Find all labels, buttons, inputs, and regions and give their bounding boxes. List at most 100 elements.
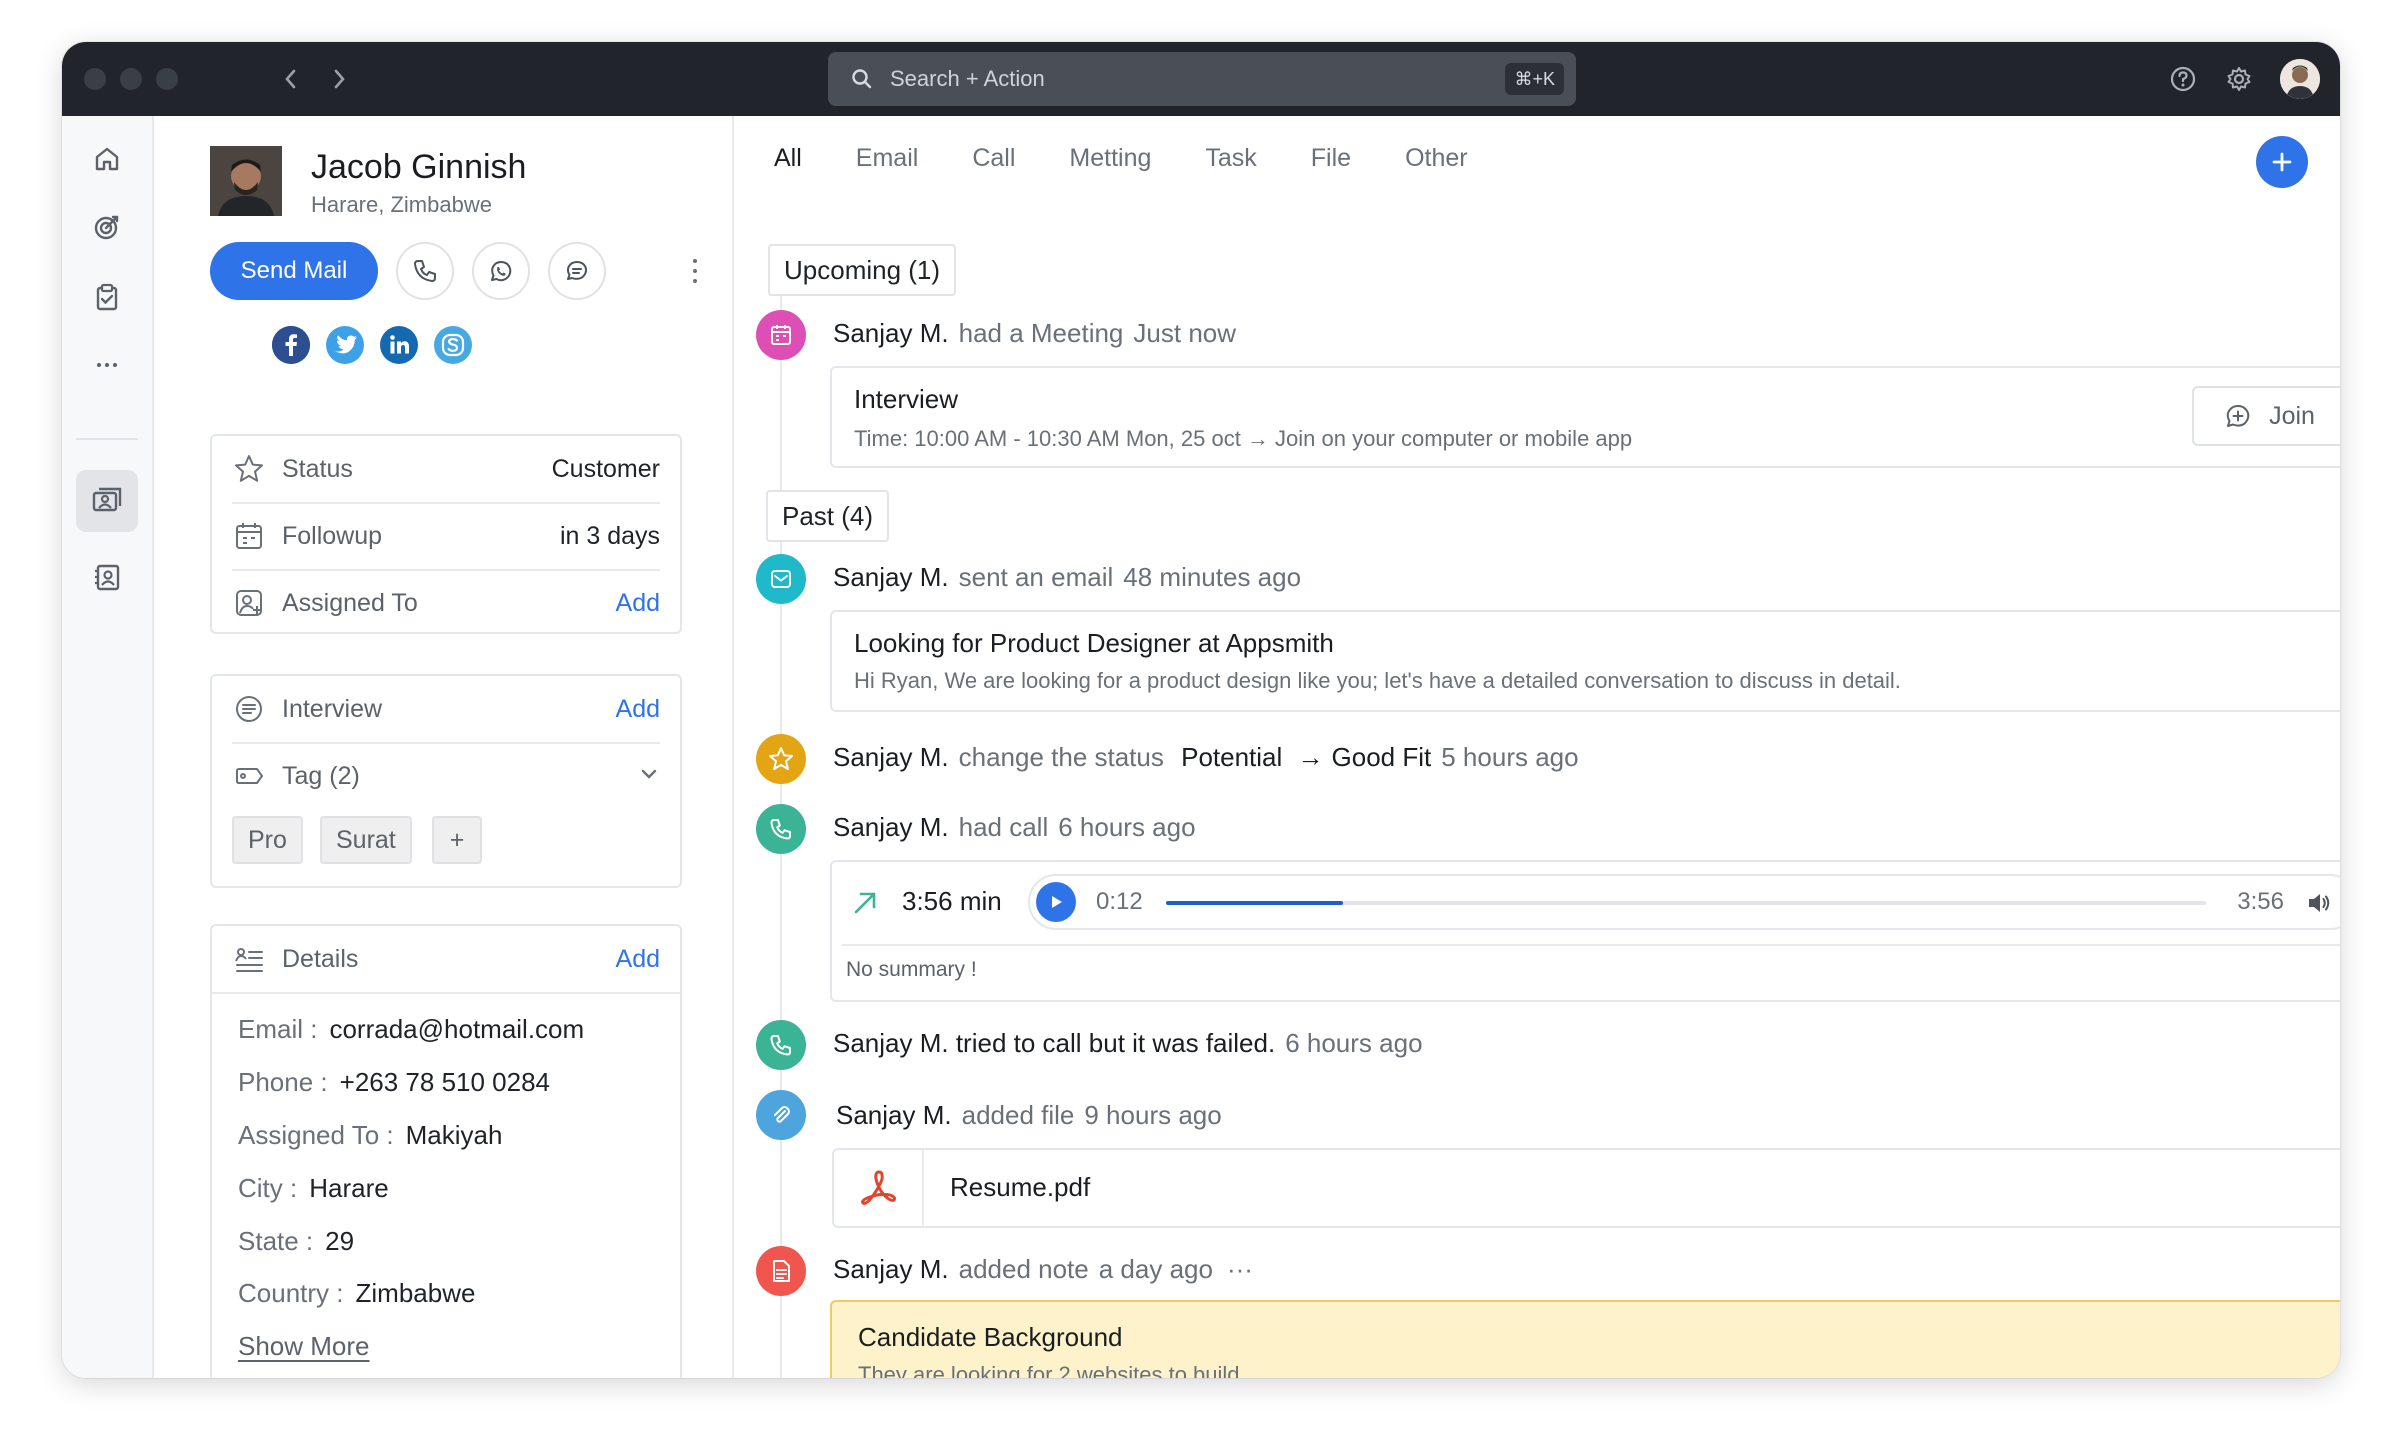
tab-email[interactable]: Email bbox=[856, 144, 919, 173]
past-section-label: Past (4) bbox=[766, 490, 890, 542]
event-author[interactable]: Sanjay M. bbox=[836, 1100, 952, 1130]
tab-meeting[interactable]: Metting bbox=[1069, 144, 1151, 173]
followup-value: in 3 days bbox=[559, 521, 660, 550]
tag-icon bbox=[232, 759, 266, 793]
back-button[interactable] bbox=[276, 64, 306, 94]
tag-row[interactable]: Tag (2) bbox=[232, 743, 660, 809]
details-add-link[interactable]: Add bbox=[616, 945, 660, 974]
status-value: Customer bbox=[551, 454, 660, 483]
call-duration: 3:56 min bbox=[902, 886, 1002, 916]
tab-file[interactable]: File bbox=[1311, 144, 1351, 173]
note-card[interactable]: Candidate Background They are looking fo… bbox=[830, 1300, 2340, 1378]
home-icon bbox=[95, 147, 119, 171]
twitter-link[interactable] bbox=[326, 326, 364, 364]
nav-contacts[interactable] bbox=[76, 470, 138, 532]
followup-row[interactable]: Followup in 3 days bbox=[232, 503, 660, 569]
email-card[interactable]: Looking for Product Designer at Appsmith… bbox=[830, 610, 2340, 712]
detail-value[interactable]: +263 78 510 0284 bbox=[340, 1067, 550, 1097]
nav-tasks[interactable] bbox=[76, 266, 138, 328]
event-time: 6 hours ago bbox=[1058, 812, 1196, 842]
event-author[interactable]: Sanjay M. bbox=[833, 562, 949, 592]
tab-task[interactable]: Task bbox=[1205, 144, 1256, 173]
contact-location: Harare, Zimbabwe bbox=[311, 192, 492, 217]
email-event-icon bbox=[756, 554, 806, 604]
detail-phone: Phone : +263 78 510 0284 bbox=[238, 1067, 550, 1098]
settings-button[interactable] bbox=[2224, 64, 2254, 94]
app-window: Search + Action ⌘+K Jacob Ginnish Harare… bbox=[62, 42, 2340, 1378]
search-bar[interactable]: Search + Action ⌘+K bbox=[828, 52, 1576, 106]
status-label: Status bbox=[282, 454, 353, 483]
details-card: Details Add Email : corrada@hotmail.com P… bbox=[210, 924, 682, 1378]
detail-assigned: Assigned To : Makiyah bbox=[238, 1120, 502, 1151]
divider bbox=[842, 944, 2340, 946]
chat-button[interactable] bbox=[548, 242, 606, 300]
nav-home[interactable] bbox=[76, 128, 138, 190]
send-mail-button[interactable]: Send Mail bbox=[210, 242, 378, 300]
event-action: added file bbox=[961, 1100, 1075, 1130]
nav-more[interactable] bbox=[76, 334, 138, 396]
paperclip-icon bbox=[774, 1106, 790, 1123]
tag-chip[interactable]: Surat bbox=[320, 816, 412, 864]
show-more-link[interactable]: Show More bbox=[238, 1331, 370, 1362]
minimize-window-button[interactable] bbox=[120, 68, 142, 90]
interview-add-link[interactable]: Add bbox=[616, 695, 660, 724]
call-button[interactable] bbox=[396, 242, 454, 300]
help-icon bbox=[2170, 66, 2196, 92]
user-avatar[interactable] bbox=[2280, 59, 2320, 99]
interview-tag-card: Interview Add Tag (2) Pro Surat + bbox=[210, 674, 682, 888]
facebook-icon bbox=[272, 326, 310, 364]
assigned-add-link[interactable]: Add bbox=[616, 589, 660, 618]
close-window-button[interactable] bbox=[84, 68, 106, 90]
add-tag-button[interactable]: + bbox=[432, 816, 482, 864]
whatsapp-icon bbox=[491, 261, 512, 282]
event-author[interactable]: Sanjay M. bbox=[833, 742, 949, 772]
volume-button[interactable] bbox=[2306, 890, 2332, 921]
status-card: Status Customer Followup in 3 days Assig… bbox=[210, 434, 682, 634]
nav-address-book[interactable] bbox=[76, 546, 138, 608]
event-author[interactable]: Sanjay M. bbox=[833, 1254, 949, 1284]
phone-icon bbox=[414, 260, 436, 282]
more-options-button[interactable] bbox=[686, 256, 704, 286]
skype-link[interactable] bbox=[434, 326, 472, 364]
playback-position: 0:12 bbox=[1096, 888, 1143, 915]
tab-call[interactable]: Call bbox=[972, 144, 1015, 173]
join-meeting-button[interactable]: Join bbox=[2192, 386, 2340, 446]
forward-button[interactable] bbox=[324, 64, 354, 94]
event-time: Just now bbox=[1133, 318, 1237, 348]
note-more-options[interactable]: ··· bbox=[1227, 1254, 1253, 1284]
call-event-icon bbox=[756, 804, 806, 854]
email-event-text: Sanjay M. sent an email 48 minutes ago bbox=[833, 562, 1301, 593]
status-row[interactable]: Status Customer bbox=[232, 436, 660, 502]
details-label: Details bbox=[282, 944, 359, 973]
play-button[interactable] bbox=[1036, 882, 1076, 922]
whatsapp-button[interactable] bbox=[472, 242, 530, 300]
linkedin-link[interactable] bbox=[380, 326, 418, 364]
search-input[interactable]: Search + Action bbox=[890, 66, 1045, 92]
event-author[interactable]: Sanjay M. bbox=[833, 812, 949, 842]
volume-icon bbox=[2309, 894, 2330, 912]
help-button[interactable] bbox=[2168, 64, 2198, 94]
contact-profile-panel: Jacob Ginnish Harare, Zimbabwe Send Mail bbox=[154, 116, 734, 1378]
detail-state: State : 29 bbox=[238, 1226, 354, 1257]
add-activity-button[interactable] bbox=[2256, 136, 2308, 188]
nav-goals[interactable] bbox=[76, 196, 138, 258]
detail-value: Zimbabwe bbox=[355, 1278, 476, 1308]
audio-progress-track[interactable] bbox=[1166, 901, 2206, 905]
file-card[interactable]: Resume.pdf bbox=[832, 1148, 2340, 1228]
detail-value[interactable]: corrada@hotmail.com bbox=[329, 1014, 584, 1044]
zoom-window-button[interactable] bbox=[156, 68, 178, 90]
target-icon bbox=[94, 215, 119, 240]
chevron-down-icon[interactable] bbox=[638, 763, 660, 790]
more-icon bbox=[97, 363, 117, 367]
tag-chip[interactable]: Pro bbox=[232, 816, 303, 864]
event-time: a day ago bbox=[1098, 1254, 1213, 1284]
facebook-link[interactable] bbox=[272, 326, 310, 364]
tab-other[interactable]: Other bbox=[1405, 144, 1468, 173]
event-action: sent an email bbox=[958, 562, 1114, 592]
followup-label: Followup bbox=[282, 521, 383, 550]
event-author[interactable]: Sanjay M. bbox=[833, 318, 949, 348]
tab-all[interactable]: All bbox=[774, 144, 802, 173]
status-event-text: Sanjay M. change the status Potential → Go… bbox=[833, 742, 1579, 773]
call-summary: No summary ! bbox=[846, 958, 977, 981]
contact-avatar-icon bbox=[210, 146, 282, 216]
